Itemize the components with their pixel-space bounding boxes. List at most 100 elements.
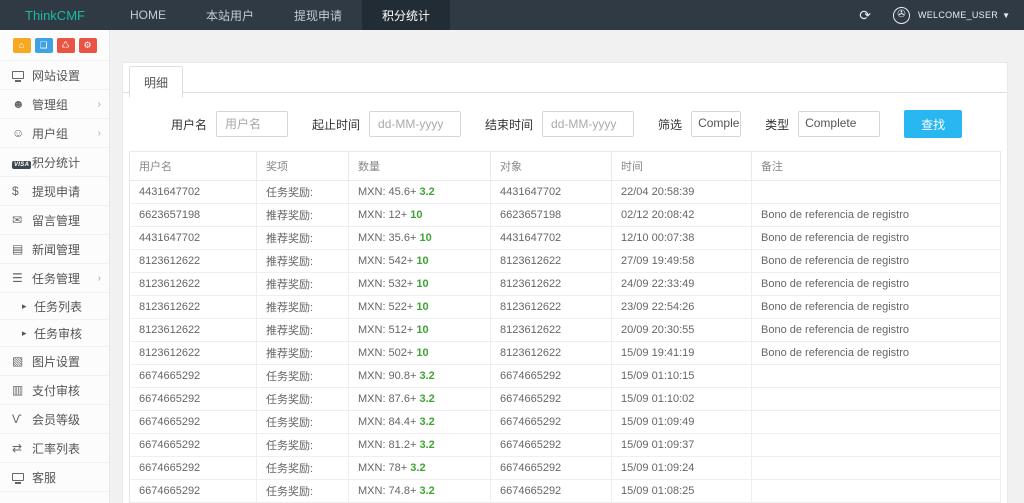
type-select[interactable]: Complete bbox=[798, 111, 881, 137]
table-row[interactable]: 4431647702 任务奖励: MXN: 45.6+ 3.2 4431647702 2… bbox=[129, 180, 1001, 204]
table-row[interactable]: 6674665292 任务奖励: MXN: 81.2+ 3.2 6674665292 1… bbox=[129, 433, 1001, 457]
news-icon: ▤ bbox=[12, 242, 24, 256]
sidebar-item-12[interactable]: Ѵ 会员等级 bbox=[0, 405, 109, 434]
cell-note: Bono de referencia de registro bbox=[751, 318, 1001, 342]
cell-prize: 任务奖励: bbox=[256, 364, 349, 388]
nav-item-1[interactable]: 本站用户 bbox=[186, 0, 274, 30]
cell-prize: 任务奖励: bbox=[256, 410, 349, 434]
table-row[interactable]: 6623657198 推荐奖励: MXN: 12+ 10 6623657198 02/1… bbox=[129, 203, 1001, 227]
cell-target: 4431647702 bbox=[490, 226, 612, 250]
sidebar-item-label: 图片设置 bbox=[32, 354, 81, 369]
content-card: 明细 用户名 起止时间 结束时间 筛选 Comple 类型 Complete 查… bbox=[122, 62, 1008, 503]
sidebar-item-0[interactable]: 网站设置 bbox=[0, 61, 109, 90]
cell-time: 15/09 01:10:15 bbox=[611, 364, 752, 388]
search-button[interactable]: 查找 bbox=[904, 110, 963, 138]
sidebar-item-10[interactable]: ▧ 图片设置 bbox=[0, 347, 109, 376]
nav-item-2[interactable]: 提现申请 bbox=[274, 0, 362, 30]
home-icon[interactable]: ⌂ bbox=[12, 38, 31, 53]
bonus-value: 3.2 bbox=[419, 485, 435, 497]
cell-user: 6674665292 bbox=[129, 479, 257, 503]
sidebar-item-label: 积分统计 bbox=[32, 155, 81, 170]
sidebar-item-8[interactable]: ▸ 任务列表 bbox=[0, 293, 109, 320]
table-row[interactable]: 4431647702 推荐奖励: MXN: 35.6+ 10 4431647702 12… bbox=[129, 226, 1001, 250]
cell-time: 15/09 01:08:25 bbox=[611, 479, 752, 503]
cell-target: 8123612622 bbox=[490, 272, 612, 296]
top-navbar: ThinkCMF HOME 本站用户 提现申请 积分统计 ⟳ ✇ WELCOME_US… bbox=[0, 0, 1024, 30]
cell-target: 8123612622 bbox=[490, 318, 612, 342]
cell-user: 8123612622 bbox=[129, 318, 257, 342]
visa-icon: VISA bbox=[12, 155, 32, 169]
nav-item-0[interactable]: HOME bbox=[110, 0, 186, 30]
welcome-user-label[interactable]: WELCOME_USER bbox=[918, 10, 998, 20]
cell-note bbox=[751, 180, 1001, 204]
exchange-icon: ⇄ bbox=[12, 441, 23, 455]
start-time-label: 起止时间 bbox=[312, 117, 361, 132]
topbar-right: ⟳ ✇ WELCOME_USER ▼ bbox=[859, 0, 1024, 30]
cell-user: 6674665292 bbox=[129, 387, 257, 411]
refresh-icon[interactable]: ⟳ bbox=[859, 7, 871, 24]
sidebar-item-7[interactable]: ☰ 任务管理 › bbox=[0, 264, 109, 293]
cell-amount: MXN: 532+ 10 bbox=[348, 272, 491, 296]
sidebar-item-11[interactable]: ▥ 支付审核 bbox=[0, 376, 109, 405]
sidebar-item-9[interactable]: ▸ 任务审核 bbox=[0, 320, 109, 347]
table-row[interactable]: 8123612622 推荐奖励: MXN: 542+ 10 8123612622 27/… bbox=[129, 249, 1001, 273]
avatar-icon[interactable]: ✇ bbox=[892, 6, 910, 24]
sidebar-item-3[interactable]: VISA 积分统计 bbox=[0, 148, 109, 177]
table-row[interactable]: 6674665292 任务奖励: MXN: 74.8+ 3.2 6674665292 1… bbox=[129, 479, 1001, 503]
table-row[interactable]: 6674665292 任务奖励: MXN: 87.6+ 3.2 6674665292 1… bbox=[129, 387, 1001, 411]
cell-amount: MXN: 84.4+ 3.2 bbox=[348, 410, 491, 434]
cell-prize: 推荐奖励: bbox=[256, 203, 349, 227]
cell-user: 6674665292 bbox=[129, 456, 257, 480]
cell-prize: 推荐奖励: bbox=[256, 318, 349, 342]
nav-item-3[interactable]: 积分统计 bbox=[362, 0, 451, 30]
cell-target: 6674665292 bbox=[490, 433, 612, 457]
sidebar-item-label: 网站设置 bbox=[32, 68, 81, 83]
sidebar-item-14[interactable]: 客服 bbox=[0, 463, 109, 492]
sidebar-item-label: 任务管理 bbox=[32, 271, 81, 286]
cell-time: 27/09 19:49:58 bbox=[611, 249, 752, 273]
brand-logo[interactable]: ThinkCMF bbox=[0, 0, 110, 30]
cell-user: 6674665292 bbox=[129, 433, 257, 457]
cell-amount: MXN: 45.6+ 3.2 bbox=[348, 180, 491, 204]
trash-icon[interactable]: ♺ bbox=[56, 38, 75, 53]
table-row[interactable]: 8123612622 推荐奖励: MXN: 512+ 10 8123612622 20/… bbox=[129, 318, 1001, 342]
sidebar-item-label: 新闻管理 bbox=[32, 242, 81, 257]
table-row[interactable]: 8123612622 推荐奖励: MXN: 502+ 10 8123612622 15/… bbox=[129, 341, 1001, 365]
bonus-value: 10 bbox=[410, 209, 423, 221]
table-row[interactable]: 8123612622 推荐奖励: MXN: 532+ 10 8123612622 24/… bbox=[129, 272, 1001, 296]
username-label: 用户名 bbox=[171, 117, 208, 132]
table-row[interactable]: 6674665292 任务奖励: MXN: 84.4+ 3.2 6674665292 1… bbox=[129, 410, 1001, 434]
sidebar-item-6[interactable]: ▤ 新闻管理 bbox=[0, 235, 109, 264]
file-icon[interactable]: ❏ bbox=[34, 38, 53, 53]
visa-icon: VISA bbox=[12, 161, 32, 169]
gear-icon[interactable]: ⚙ bbox=[78, 38, 97, 53]
cell-user: 6623657198 bbox=[129, 203, 257, 227]
cell-note bbox=[751, 456, 1001, 480]
cell-time: 15/09 01:09:24 bbox=[611, 456, 752, 480]
monitor-icon bbox=[12, 68, 32, 82]
caret-down-icon[interactable]: ▼ bbox=[1002, 11, 1010, 20]
sidebar-item-5[interactable]: ✉ 留言管理 bbox=[0, 206, 109, 235]
end-time-input[interactable] bbox=[542, 111, 635, 137]
table-row[interactable]: 6674665292 任务奖励: MXN: 78+ 3.2 6674665292 15/… bbox=[129, 456, 1001, 480]
cell-note bbox=[751, 433, 1001, 457]
cell-target: 8123612622 bbox=[490, 295, 612, 319]
bonus-value: 10 bbox=[416, 278, 429, 290]
sidebar-item-1[interactable]: ☻ 管理组 › bbox=[0, 90, 109, 119]
username-input[interactable] bbox=[216, 111, 289, 137]
bonus-value: 3.2 bbox=[419, 393, 435, 405]
tab-detail[interactable]: 明细 bbox=[129, 66, 184, 98]
caret-right-icon: ▸ bbox=[22, 300, 27, 311]
sidebar-item-2[interactable]: ☺ 用户组 › bbox=[0, 119, 109, 148]
table-row[interactable]: 6674665292 任务奖励: MXN: 90.8+ 3.2 6674665292 1… bbox=[129, 364, 1001, 388]
sidebar-item-4[interactable]: $ 提现申请 bbox=[0, 177, 109, 206]
start-time-input[interactable] bbox=[369, 111, 462, 137]
monitor-icon bbox=[12, 473, 24, 484]
table-row[interactable]: 8123612622 推荐奖励: MXN: 522+ 10 8123612622 23/… bbox=[129, 295, 1001, 319]
filter-select[interactable]: Comple bbox=[691, 111, 742, 137]
cell-user: 8123612622 bbox=[129, 341, 257, 365]
bonus-value: 10 bbox=[416, 324, 429, 336]
cell-target: 6674665292 bbox=[490, 456, 612, 480]
filter-bar: 用户名 起止时间 结束时间 筛选 Comple 类型 Complete 查找 bbox=[123, 93, 1007, 151]
sidebar-item-13[interactable]: ⇄ 汇率列表 bbox=[0, 434, 109, 463]
